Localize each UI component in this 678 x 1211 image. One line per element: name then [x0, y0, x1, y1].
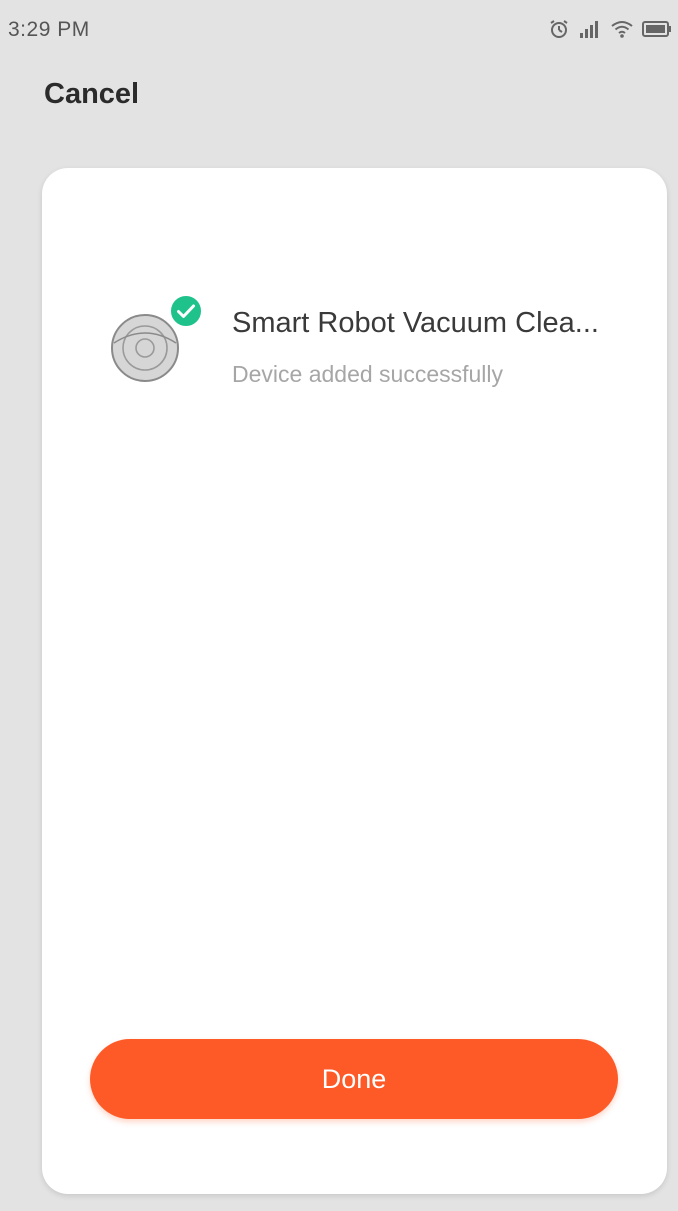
status-icons — [548, 16, 672, 42]
device-status-text: Device added successfully — [232, 361, 504, 387]
done-button[interactable]: Done — [90, 1039, 618, 1119]
signal-icon — [578, 19, 602, 39]
device-added-screen: 3:29 PM Cancel Smart Robot Vacuum Clea..… — [0, 0, 678, 1211]
device-list-item: Smart Robot Vacuum Clea... Device added … — [102, 293, 622, 403]
wifi-icon — [610, 19, 634, 39]
cancel-button[interactable]: Cancel — [44, 78, 139, 111]
device-icon-container — [102, 293, 212, 403]
device-name: Smart Robot Vacuum Clea... — [232, 307, 599, 339]
status-time: 3:29 PM — [8, 18, 90, 41]
alarm-icon — [548, 18, 570, 40]
check-circle-icon — [169, 294, 203, 328]
battery-icon — [642, 19, 672, 39]
result-card: Smart Robot Vacuum Clea... Device added … — [42, 168, 667, 1194]
status-bar: 3:29 PM — [0, 0, 678, 60]
